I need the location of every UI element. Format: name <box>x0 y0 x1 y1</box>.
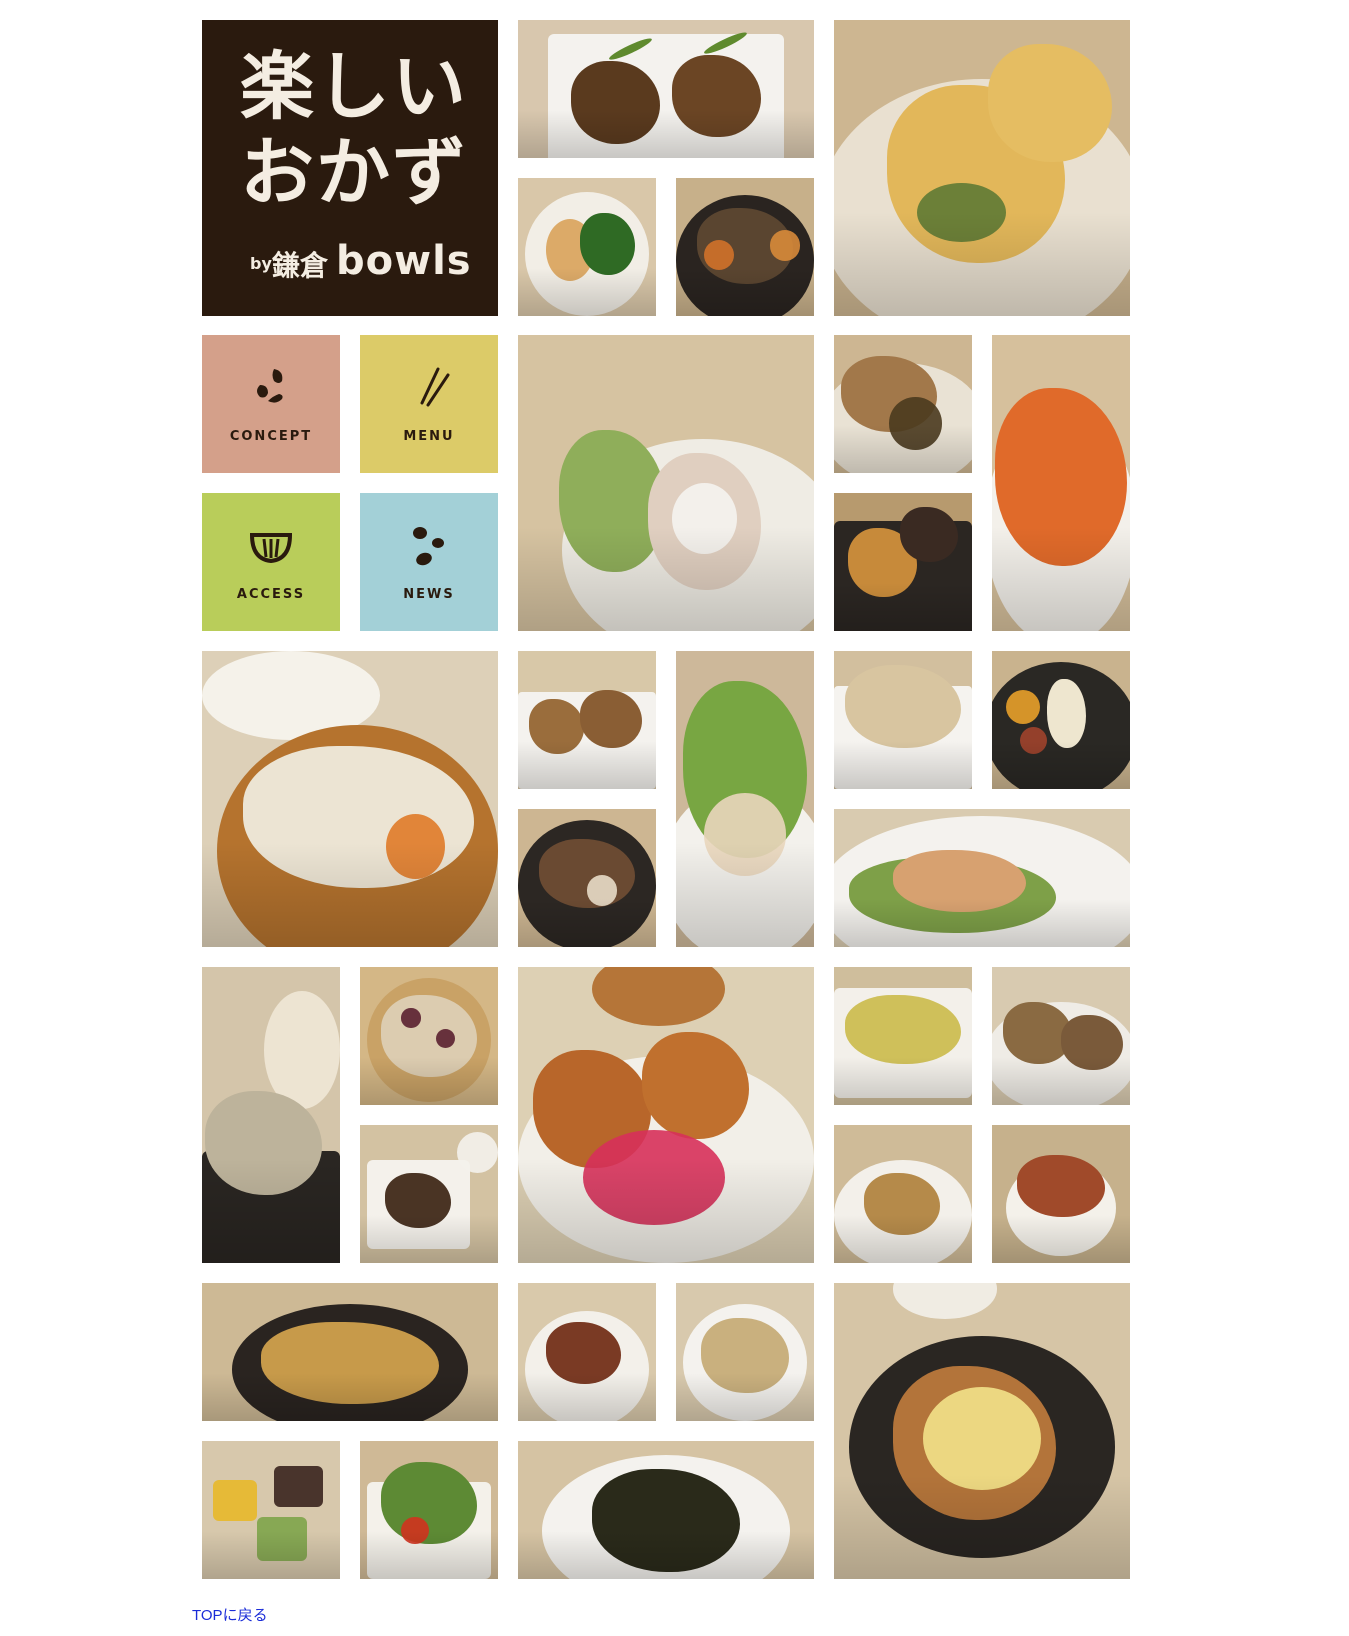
food-photo-fried-chicken[interactable] <box>518 651 656 789</box>
food-photo-minced-meat[interactable] <box>360 1125 498 1263</box>
food-photo-meatball-soup[interactable] <box>202 1283 498 1421</box>
food-photo-fried-tofu[interactable] <box>834 651 972 789</box>
food-photo-chicken-salad[interactable] <box>676 651 814 947</box>
food-photo-fried-pouch[interactable] <box>834 20 1130 316</box>
food-photo-hijiki-stew[interactable] <box>676 178 814 316</box>
nav-menu-button[interactable]: MENU <box>360 335 498 473</box>
food-photo-rice-skewers[interactable] <box>518 335 814 631</box>
food-photo-hijiki-salad[interactable] <box>518 1441 814 1579</box>
nav-menu-label: MENU <box>403 429 455 444</box>
food-photo-salmon[interactable] <box>834 809 1130 947</box>
food-photo-tofu-ankake[interactable] <box>834 1125 972 1263</box>
food-photo-gratin[interactable] <box>834 967 972 1105</box>
food-photo-fried-shrimp[interactable] <box>992 967 1130 1105</box>
beans-icon <box>202 363 340 413</box>
nav-access-button[interactable]: ACCESS <box>202 493 340 631</box>
nav-concept-label: CONCEPT <box>229 429 313 444</box>
logo-brand: bowls <box>336 238 472 284</box>
logo-by: by <box>250 254 272 273</box>
nav-access-label: ACCESS <box>236 587 306 602</box>
chopsticks-icon <box>360 363 498 413</box>
food-photo-clear-soup[interactable] <box>676 1283 814 1421</box>
nav-news-label: NEWS <box>403 587 455 602</box>
food-photo-pork-roll[interactable] <box>834 335 972 473</box>
nav-concept-button[interactable]: CONCEPT <box>202 335 340 473</box>
food-photo-eggplant-skewer[interactable] <box>834 493 972 631</box>
site-logo[interactable]: 楽しい おかず by 鎌倉 bowls <box>202 20 498 316</box>
food-photo-pickles[interactable] <box>992 651 1130 789</box>
food-photo-chicken-tartar[interactable] <box>834 1283 1130 1579</box>
logo-title-line1: 楽しい <box>240 44 468 130</box>
food-photo-carrot-salad[interactable] <box>992 335 1130 631</box>
food-photo-potato-salad[interactable] <box>202 967 340 1263</box>
food-photo-stuffed-pepper[interactable] <box>518 1283 656 1421</box>
food-photo-tofu-greens[interactable] <box>518 178 656 316</box>
food-photo-ratatouille[interactable] <box>992 1125 1130 1263</box>
food-photo-lotus-stirfry[interactable] <box>518 809 656 947</box>
bowl-icon <box>202 521 340 571</box>
food-photo-croquettes[interactable] <box>518 967 814 1263</box>
food-photo-pork-miso-soup[interactable] <box>202 651 498 947</box>
logo-location: 鎌倉 <box>272 249 329 282</box>
beans-icon <box>360 521 498 571</box>
food-photo-steamed-shumai[interactable] <box>360 967 498 1105</box>
nav-news-button[interactable]: NEWS <box>360 493 498 631</box>
back-to-top-link[interactable]: TOPに戻る <box>192 1604 268 1625</box>
food-photo-vegetables[interactable] <box>360 1441 498 1579</box>
food-photo-hamburg-steak[interactable] <box>518 20 814 158</box>
logo-title-line2: おかず <box>240 130 468 216</box>
food-photo-dressings[interactable] <box>202 1441 340 1579</box>
